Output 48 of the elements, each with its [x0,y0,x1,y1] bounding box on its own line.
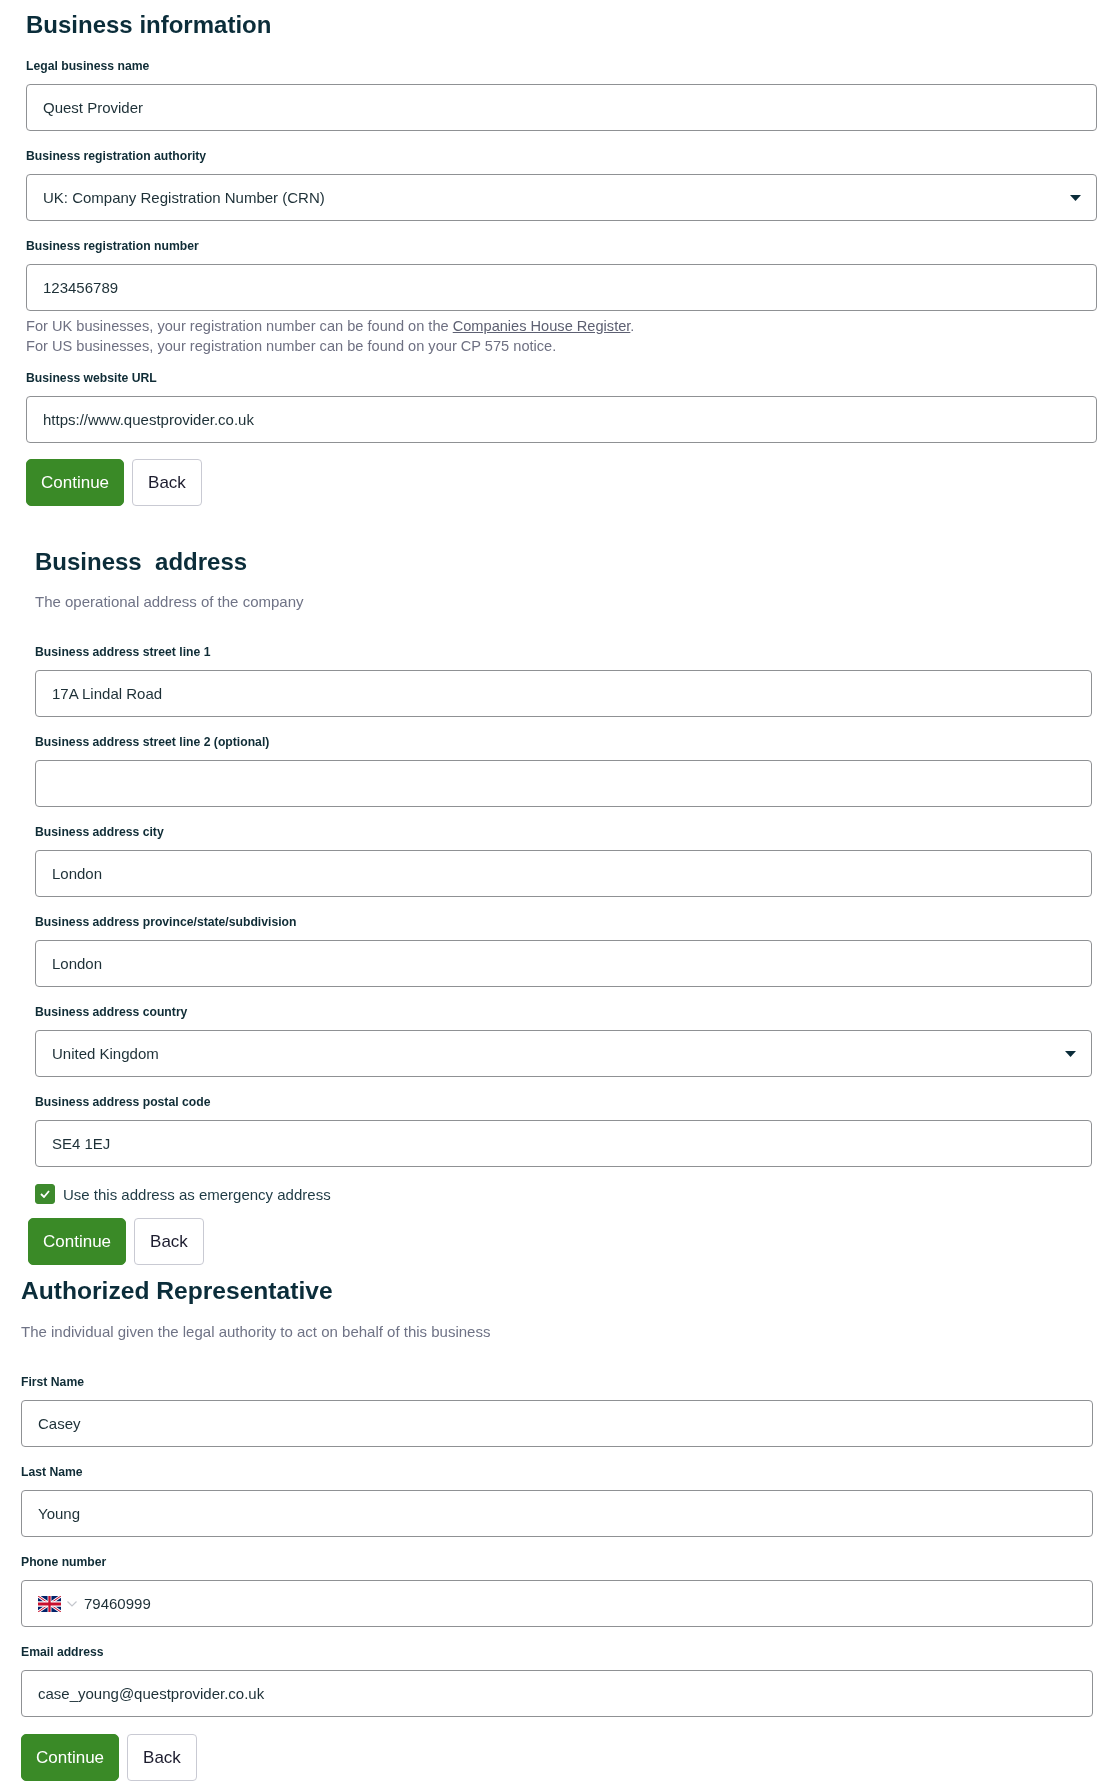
back-button[interactable]: Back [127,1734,197,1781]
flag-icon[interactable] [38,1595,61,1612]
field-label: Business address postal code [35,1094,211,1111]
help-link[interactable]: Companies House Register [452,318,631,334]
input-field[interactable]: Young [21,1490,1093,1537]
section-title: Business address [35,547,248,577]
help-text: For UK businesses, your registration number can be found on the Companies House Register. [26,317,635,336]
field-label: Business address city [35,824,164,841]
field-label: Business registration authority [26,148,207,165]
continue-button[interactable]: Continue [21,1734,120,1781]
section-description: The operational address of the company [35,592,304,612]
input-field[interactable]: https://www.questprovider.co.uk [26,396,1097,443]
dropdown-field[interactable]: United Kingdom [35,1030,1092,1077]
phone-field[interactable]: 79460999 [21,1580,1093,1627]
section-title: Business information [26,10,272,40]
back-button[interactable]: Back [134,1218,204,1265]
input-field[interactable]: Quest Provider [26,84,1097,131]
dropdown-field[interactable]: UK: Company Registration Number (CRN) [26,174,1097,221]
back-button[interactable]: Back [132,459,202,506]
field-label: First Name [21,1374,84,1391]
field-label: Business address country [35,1004,188,1021]
input-field[interactable]: London [35,850,1092,897]
input-field[interactable]: case_young@questprovider.co.uk [21,1670,1093,1717]
field-label: Email address [21,1644,104,1661]
input-field[interactable] [35,760,1092,807]
caret-icon [1065,1050,1076,1057]
check-icon [40,1190,50,1198]
field-label: Last Name [21,1464,83,1481]
help-text: For US businesses, your registration number can be found on your CP 575 notice. [26,337,557,356]
field-label: Business address street line 2 (optional) [35,734,270,751]
checkbox-label: Use this address as emergency address [63,1185,331,1203]
section-title: Authorized Representative [21,1276,333,1306]
field-label: Legal business name [26,58,150,75]
checkbox[interactable] [35,1184,55,1204]
continue-button[interactable]: Continue [26,459,125,506]
field-label: Phone number [21,1554,107,1571]
field-label: Business website URL [26,370,157,387]
input-field[interactable]: SE4 1EJ [35,1120,1092,1167]
section-description: The individual given the legal authority to act on behalf of this business [21,1322,491,1342]
input-field[interactable]: 17A Lindal Road [35,670,1092,717]
continue-button[interactable]: Continue [28,1218,127,1265]
input-field[interactable]: 123456789 [26,264,1097,311]
caret-icon [1070,194,1081,201]
input-field[interactable]: Casey [21,1400,1093,1447]
field-label: Business address province/state/subdivision [35,914,297,931]
field-label: Business address street line 1 [35,644,211,661]
field-label: Business registration number [26,238,199,255]
input-field[interactable]: London [35,940,1092,987]
